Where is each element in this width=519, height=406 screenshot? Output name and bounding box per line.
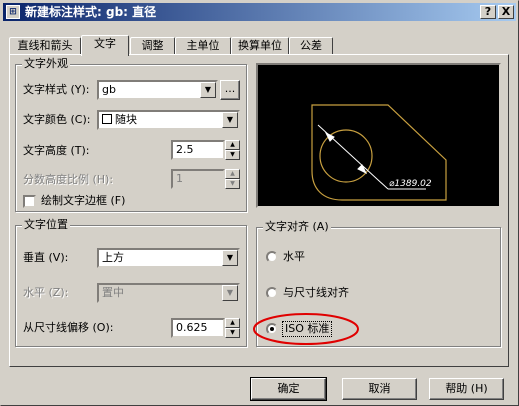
horizontal-select: 置中 ▼: [97, 283, 240, 303]
text-height-spinner[interactable]: ▲ ▼: [225, 140, 240, 160]
offset-spinner[interactable]: ▲ ▼: [225, 318, 240, 338]
offset-label: 从尺寸线偏移 (O):: [23, 321, 114, 334]
text-color-label: 文字颜色 (C):: [23, 113, 91, 126]
text-style-value: gb: [102, 83, 116, 96]
dimension-preview: ⌀1389.02: [256, 63, 501, 208]
text-color-value: 随块: [115, 113, 137, 126]
close-button[interactable]: X: [498, 5, 514, 19]
help-title-button[interactable]: ?: [480, 5, 496, 19]
preview-drawing: ⌀1389.02: [311, 104, 447, 201]
text-style-label: 文字样式 (Y):: [23, 83, 90, 96]
draw-frame-checkbox[interactable]: [23, 195, 36, 208]
dialog-window: ⊞ 新建标注样式: gb: 直径 ? X 直线和箭头 文字 调整 主单位 换算单…: [0, 0, 519, 406]
fraction-height-input: 1: [171, 169, 225, 189]
vertical-select[interactable]: 上方 ▼: [97, 248, 240, 268]
text-style-browse-button[interactable]: ...: [220, 80, 240, 100]
chevron-down-icon[interactable]: ▼: [200, 82, 216, 98]
text-placement-legend: 文字位置: [22, 218, 70, 232]
text-style-select[interactable]: gb ▼: [97, 80, 218, 100]
autocad-icon: ⊞: [6, 5, 20, 19]
radio-horizontal-label: 水平: [283, 250, 305, 263]
tab-alternate-units[interactable]: 换算单位: [231, 37, 289, 55]
fraction-height-spinner: ▲ ▼: [225, 169, 240, 189]
draw-frame-label: 绘制文字边框 (F): [41, 194, 126, 207]
tab-primary-units[interactable]: 主单位: [175, 37, 231, 55]
tab-lines-arrows[interactable]: 直线和箭头: [9, 37, 81, 55]
title-bar[interactable]: ⊞ 新建标注样式: gb: 直径 ? X: [3, 3, 516, 21]
horizontal-value: 置中: [102, 286, 124, 299]
cancel-button[interactable]: 取消: [342, 378, 417, 400]
vertical-label: 垂直 (V):: [23, 251, 69, 264]
text-height-input[interactable]: 2.5: [171, 140, 225, 160]
radio-horizontal[interactable]: [266, 251, 278, 263]
tab-tolerances[interactable]: 公差: [289, 37, 333, 55]
offset-input[interactable]: 0.625: [171, 318, 225, 338]
ok-button[interactable]: 确定: [250, 377, 327, 401]
chevron-down-icon[interactable]: ▼: [222, 112, 238, 128]
text-height-label: 文字高度 (T):: [23, 144, 90, 157]
text-appearance-legend: 文字外观: [22, 57, 70, 71]
fraction-height-label: 分数高度比例 (H):: [23, 173, 114, 186]
tab-fit[interactable]: 调整: [130, 37, 175, 55]
text-color-select[interactable]: 随块 ▼: [97, 110, 240, 130]
help-button[interactable]: 帮助 (H): [429, 378, 504, 400]
text-alignment-legend: 文字对齐 (A): [263, 220, 331, 234]
radio-aligned-with-dim-line[interactable]: [266, 287, 278, 299]
color-swatch-icon: [102, 114, 112, 124]
red-highlight-ellipse: [253, 313, 359, 345]
horizontal-label: 水平 (Z):: [23, 286, 69, 299]
chevron-down-icon[interactable]: ▼: [222, 250, 238, 266]
radio-aligned-label: 与尺寸线对齐: [283, 286, 349, 299]
tab-text[interactable]: 文字: [81, 35, 129, 56]
vertical-value: 上方: [102, 251, 124, 264]
chevron-down-icon: ▼: [222, 285, 238, 301]
dialog-title: 新建标注样式: gb: 直径: [25, 5, 157, 19]
preview-dimension-text: ⌀1389.02: [389, 179, 432, 189]
